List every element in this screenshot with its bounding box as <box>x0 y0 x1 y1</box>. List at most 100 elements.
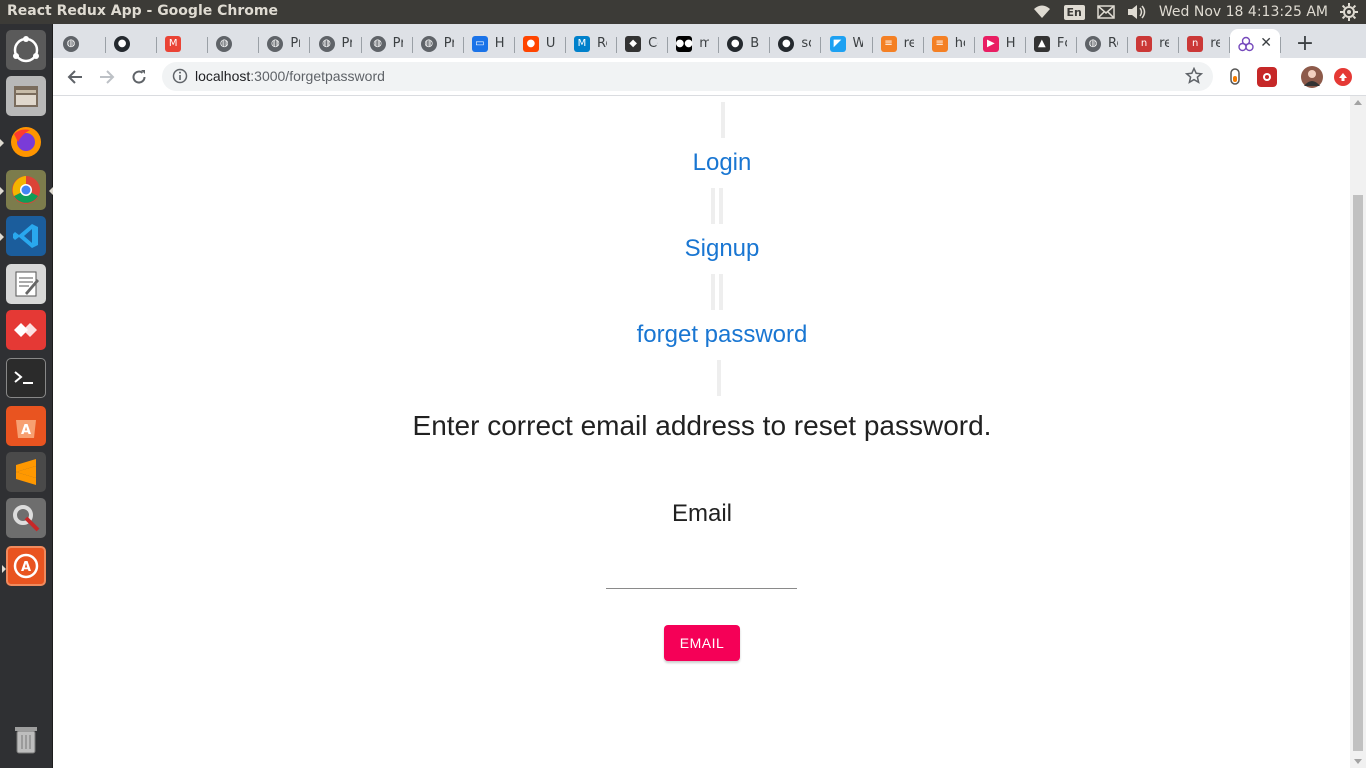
browser-tab[interactable]: n re <box>1128 29 1180 58</box>
trash-icon[interactable] <box>6 720 46 760</box>
forget-password-link[interactable]: forget password <box>53 321 1366 349</box>
tab-label: Re <box>1108 36 1118 51</box>
npm-icon: n <box>1136 35 1153 52</box>
mail-icon[interactable] <box>1097 5 1115 19</box>
chrome-icon[interactable] <box>0 170 53 210</box>
divider <box>719 274 723 310</box>
settings-gear-icon[interactable] <box>1340 3 1358 21</box>
email-input[interactable] <box>606 562 797 589</box>
window-title: React Redux App - Google Chrome <box>7 3 278 19</box>
signup-link[interactable]: Signup <box>53 235 1366 263</box>
browser-tab[interactable]: ● Bi <box>719 29 771 58</box>
tab-label: Cc <box>648 36 658 51</box>
firefox-icon[interactable] <box>0 122 46 162</box>
login-link[interactable]: Login <box>53 149 1366 177</box>
bookmark-star-icon[interactable] <box>1184 66 1204 89</box>
browser-tab[interactable]: M <box>157 29 209 58</box>
browser-tab[interactable]: ▲ Fc <box>1026 29 1077 58</box>
dash-home-icon[interactable] <box>6 30 46 70</box>
terminal-icon[interactable] <box>6 358 46 398</box>
svg-text:A: A <box>21 560 31 575</box>
globe-icon: ◍ <box>420 35 437 52</box>
extension-lightbulb-icon[interactable] <box>1225 67 1245 87</box>
url-text[interactable]: localhost:3000/forgetpassword <box>195 68 385 84</box>
wifi-icon[interactable] <box>1032 4 1052 20</box>
browser-tab[interactable]: ◆ Cc <box>617 29 669 58</box>
new-tab-button[interactable]: + <box>1293 31 1317 56</box>
npm-icon: n <box>1187 35 1204 52</box>
sublime-text-icon[interactable] <box>6 452 46 492</box>
tab-label: Fc <box>1056 36 1067 51</box>
browser-tab[interactable]: ▶ H <box>975 29 1026 58</box>
scroll-up-arrow-icon[interactable] <box>1354 100 1362 105</box>
browser-tab[interactable]: ◍ Pr <box>413 29 464 58</box>
browser-tab[interactable]: ≡ re <box>873 29 924 58</box>
browser-tab[interactable]: ◍ Re <box>1077 29 1129 58</box>
clock[interactable]: Wed Nov 18 4:13:25 AM <box>1159 4 1328 20</box>
browser-tab[interactable]: ▭ H <box>464 29 515 58</box>
browser-tab[interactable]: ◍ <box>55 29 107 58</box>
tab-label: H <box>494 36 505 51</box>
browser-tab[interactable]: ● <box>106 29 158 58</box>
tab-label: Re <box>597 36 607 51</box>
forward-button[interactable] <box>95 65 119 89</box>
software-center-icon[interactable]: A <box>6 406 46 446</box>
email-submit-button[interactable]: EMAIL <box>664 625 740 661</box>
divider <box>717 360 721 396</box>
github-icon: ● <box>727 35 744 52</box>
extension-bug-icon[interactable] <box>1257 67 1277 87</box>
vscode-icon[interactable] <box>0 216 46 256</box>
browser-tab[interactable]: ●● m <box>668 29 720 58</box>
tab-active[interactable]: ✕ <box>1230 29 1280 58</box>
browser-tab[interactable]: n re <box>1179 29 1231 58</box>
medium-icon: ●● <box>675 35 693 52</box>
page-content: Login Signup forget password Enter corre… <box>53 96 1350 768</box>
tab-separator <box>1280 37 1282 53</box>
keyboard-layout-indicator[interactable]: En <box>1063 4 1085 20</box>
browser-tab[interactable]: ◍ <box>208 29 260 58</box>
info-icon[interactable] <box>172 68 188 88</box>
reload-button[interactable] <box>127 65 151 89</box>
address-bar[interactable]: localhost:3000/forgetpassword <box>162 62 1213 91</box>
scrollbar-thumb[interactable] <box>1353 195 1363 751</box>
browser-tab[interactable]: ≡ hc <box>924 29 975 58</box>
tab-label: Pr <box>392 36 403 51</box>
browser-tab[interactable]: ◍ Pr <box>311 29 362 58</box>
system-tray: En Wed Nov 18 4:13:25 AM <box>1032 0 1366 24</box>
browser-tab[interactable]: ● U <box>515 29 566 58</box>
system-settings-icon[interactable] <box>6 498 46 538</box>
launcher: A A <box>0 24 53 768</box>
github-icon: ● <box>778 35 795 52</box>
mui-icon: M <box>574 35 590 52</box>
url-host: localhost <box>195 68 251 84</box>
files-icon[interactable] <box>6 76 46 116</box>
divider <box>711 274 715 310</box>
text-editor-icon[interactable] <box>6 264 46 304</box>
browser-tab[interactable]: M Re <box>566 29 618 58</box>
profile-avatar[interactable] <box>1301 66 1323 88</box>
email-label: Email <box>671 500 732 527</box>
tab-label: Pr <box>290 36 300 51</box>
tab-label: hc <box>954 36 965 51</box>
browser-tab[interactable]: ● sc <box>770 29 822 58</box>
back-button[interactable] <box>63 65 87 89</box>
browser-tab[interactable]: ◍ Pr <box>259 29 311 58</box>
globe-icon: ◍ <box>318 35 335 52</box>
globe-icon: ◍ <box>216 35 233 52</box>
vertical-scrollbar[interactable] <box>1350 96 1366 768</box>
svg-text:A: A <box>21 423 31 438</box>
tab-label: Pr <box>341 36 352 51</box>
software-updater-icon[interactable]: A <box>2 546 46 586</box>
close-tab-icon[interactable]: ✕ <box>1260 35 1272 51</box>
linux-icon: ▲ <box>1033 35 1050 52</box>
anydesk-icon[interactable] <box>6 310 46 350</box>
globe-icon: ◍ <box>267 35 284 52</box>
tab-label: re <box>903 36 914 51</box>
browser-tab[interactable]: ◍ Pr <box>362 29 413 58</box>
scroll-down-arrow-icon[interactable] <box>1354 759 1362 764</box>
globe-icon: ◍ <box>369 35 386 52</box>
volume-icon[interactable] <box>1127 4 1147 20</box>
browser-tab[interactable]: ◤ W <box>822 29 873 58</box>
tab-label: re <box>1159 36 1170 51</box>
update-chrome-icon[interactable] <box>1334 68 1352 86</box>
